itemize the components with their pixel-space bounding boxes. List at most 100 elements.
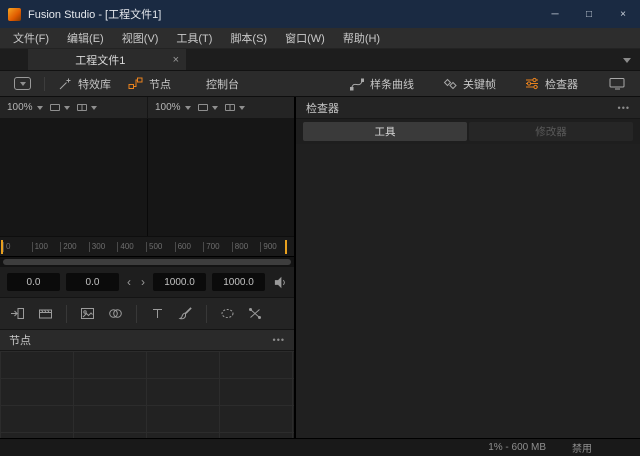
tab-list-dropdown-icon[interactable] [623, 58, 631, 63]
window-title: Fusion Studio - [工程文件1] [28, 6, 161, 22]
node-editor-canvas[interactable] [0, 351, 294, 438]
inspector-body [296, 144, 640, 438]
transport-controls: 0.0 0.0 ‹ › 1000.0 1000.0 [0, 267, 294, 297]
nodes-panel-header: 节点 ••• [0, 330, 294, 351]
toolbar-options-button[interactable] [10, 77, 35, 90]
nodes-overflow-menu-icon[interactable]: ••• [273, 335, 285, 345]
close-button[interactable]: × [606, 0, 640, 28]
chevron-down-icon [212, 106, 218, 110]
inspector-title: 检查器 [306, 100, 339, 116]
inspector-panel: 检查器 ••• 工具 修改器 [296, 97, 640, 438]
statusbar: 1% - 600 MB 禁用 [0, 438, 640, 456]
status-state-label: 禁用 [572, 440, 592, 455]
menu-item-help[interactable]: 帮助(H) [334, 30, 389, 46]
polygon-tool-icon[interactable] [248, 306, 263, 321]
current-frame-field[interactable]: 0.0 [7, 273, 60, 291]
timeline-ruler[interactable]: 0100200300400500600700800900 [0, 236, 294, 256]
menu-item-tools[interactable]: 工具(T) [167, 30, 221, 46]
text-tool-icon[interactable] [150, 306, 165, 321]
memory-usage-label: 1% - 600 MB [488, 442, 546, 453]
console-label: 控制台 [206, 76, 239, 92]
merge-icon[interactable] [108, 306, 123, 321]
viewer1-split-dropdown[interactable] [77, 104, 97, 111]
viewer-mode-icon [50, 104, 60, 111]
viewer2-split-dropdown[interactable] [225, 104, 245, 111]
timeline-tick: 300 [89, 242, 105, 252]
timeline-tick: 600 [175, 242, 191, 252]
viewer2-mode-dropdown[interactable] [198, 104, 218, 111]
viewer2-zoom-dropdown[interactable]: 100% [155, 102, 191, 113]
timeline-tick: 500 [146, 242, 162, 252]
viewer2-zoom-value: 100% [155, 102, 181, 113]
audio-speaker-icon[interactable] [273, 276, 287, 289]
menu-item-view[interactable]: 视图(V) [113, 30, 168, 46]
viewer-right[interactable] [147, 119, 295, 236]
spline-view-button[interactable]: 样条曲线 [346, 76, 418, 92]
main-content: 100% 100% [0, 97, 640, 438]
loader-icon[interactable] [10, 306, 25, 321]
spline-view-label: 样条曲线 [370, 76, 414, 92]
tools-separator [206, 305, 207, 323]
tabbar: 工程文件1 × [0, 49, 640, 71]
toolbar-toggle-icon [14, 77, 31, 90]
viewer1-mode-dropdown[interactable] [50, 104, 70, 111]
ellipse-mask-icon[interactable] [220, 306, 235, 321]
viewer1-zoom-dropdown[interactable]: 100% [7, 102, 43, 113]
viewer1-controls: 100% [0, 97, 147, 118]
titlebar[interactable]: Fusion Studio - [工程文件1] ─ □ × [0, 0, 640, 28]
nodes-view-button[interactable]: 节点 [124, 76, 175, 92]
scrollbar-thumb[interactable] [3, 259, 291, 265]
menu-item-window[interactable]: 窗口(W) [276, 30, 334, 46]
nodes-panel-title: 节点 [9, 332, 31, 348]
keyframes-view-button[interactable]: 关键帧 [439, 76, 500, 92]
chevron-down-icon [91, 106, 97, 110]
global-end-field[interactable]: 1000.0 [212, 273, 265, 291]
viewer-controls: 100% 100% [0, 97, 294, 119]
range-end-field[interactable]: 1000.0 [153, 273, 206, 291]
step-back-icon[interactable]: ‹ [125, 275, 133, 289]
tab-tools[interactable]: 工具 [303, 122, 467, 141]
tab-modifiers[interactable]: 修改器 [469, 122, 633, 141]
inspector-overflow-menu-icon[interactable]: ••• [618, 103, 630, 113]
saver-icon[interactable] [38, 306, 53, 321]
render-range-end-marker[interactable] [285, 240, 287, 254]
chevron-down-icon [64, 106, 70, 110]
timeline-tick: 800 [232, 242, 248, 252]
viewer-split-icon [225, 104, 235, 111]
menu-item-file[interactable]: 文件(F) [4, 30, 58, 46]
timeline-scrollbar[interactable] [0, 256, 294, 267]
display-view-button[interactable] [605, 77, 630, 90]
inspector-header: 检查器 ••• [296, 97, 640, 119]
minimize-button[interactable]: ─ [538, 0, 572, 28]
viewer-split-icon [77, 104, 87, 111]
nodes-icon [128, 77, 143, 90]
paint-brush-icon[interactable] [178, 306, 193, 321]
tools-separator [136, 305, 137, 323]
tools-separator [66, 305, 67, 323]
app-icon [8, 8, 21, 21]
inspector-view-button[interactable]: 检查器 [521, 76, 582, 92]
viewer-area [0, 119, 294, 236]
fusion-studio-window: Fusion Studio - [工程文件1] ─ □ × 文件(F)编辑(E)… [0, 0, 640, 456]
step-forward-icon[interactable]: › [139, 275, 147, 289]
menu-item-edit[interactable]: 编辑(E) [58, 30, 113, 46]
chevron-down-icon [185, 106, 191, 110]
timeline-tick: 0 [3, 242, 10, 252]
effects-library-button[interactable]: 特效库 [54, 76, 115, 92]
left-panel: 100% 100% [0, 97, 296, 438]
viewer-left[interactable] [0, 119, 147, 236]
inspector-view-label: 检查器 [545, 76, 578, 92]
console-button[interactable]: 控制台 [202, 76, 243, 92]
tab-project-file[interactable]: 工程文件1 × [28, 49, 186, 70]
range-start-field[interactable]: 0.0 [66, 273, 119, 291]
tab-label: 工程文件1 [28, 52, 173, 68]
tab-close-icon[interactable]: × [173, 54, 179, 66]
timeline-tick: 200 [60, 242, 76, 252]
maximize-button[interactable]: □ [572, 0, 606, 28]
keyframes-view-label: 关键帧 [463, 76, 496, 92]
menu-item-script[interactable]: 脚本(S) [221, 30, 276, 46]
background-icon[interactable] [80, 306, 95, 321]
viewer1-zoom-value: 100% [7, 102, 33, 113]
timeline-tick: 400 [117, 242, 133, 252]
chevron-down-icon [239, 106, 245, 110]
